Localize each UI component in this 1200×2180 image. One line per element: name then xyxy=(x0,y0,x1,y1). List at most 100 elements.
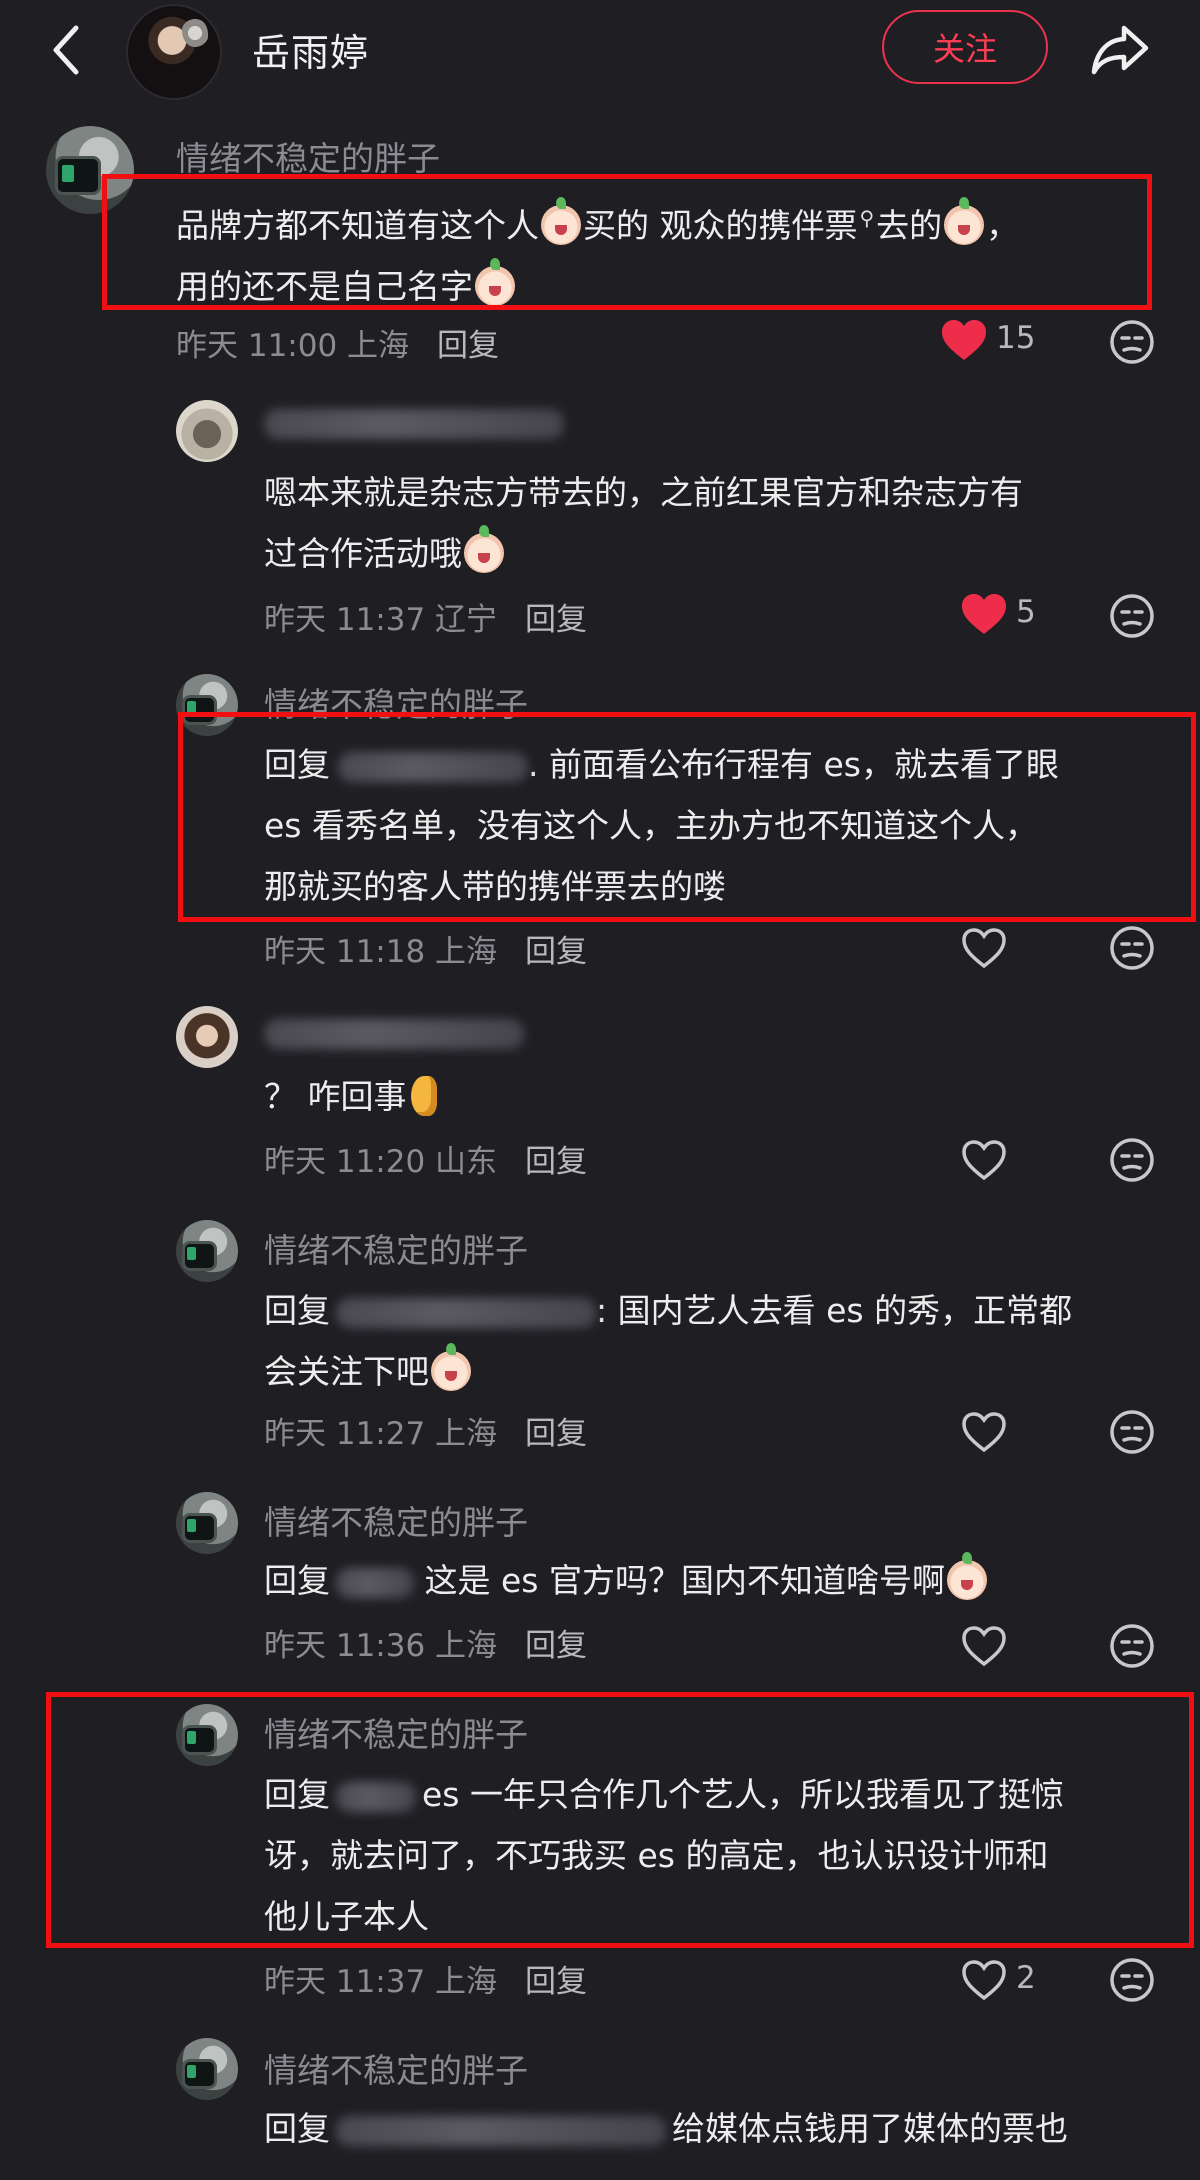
reply-button[interactable]: 回复 xyxy=(525,602,587,638)
comment-text-segment: : 国内艺人去看 es 的秀，正常都 xyxy=(596,1291,1073,1330)
reply-button[interactable]: 回复 xyxy=(525,1964,587,2000)
comment-username[interactable] xyxy=(264,402,564,441)
comment-text[interactable]: 回复 : 国内艺人去看 es 的秀，正常都 会关注下吧 xyxy=(264,1280,1072,1402)
author-name[interactable]: 岳雨婷 xyxy=(252,22,369,77)
comment-username[interactable]: 情绪不稳定的胖子 xyxy=(176,132,440,180)
blurred-username xyxy=(264,408,564,439)
comment-text-segment: 去的 xyxy=(876,206,943,245)
comment-text-line: 嗯本来就是杂志方带去的，之前红果官方和杂志方有 xyxy=(264,473,1023,512)
comment-meta: 昨天 11:37 上海 回复 xyxy=(264,1956,587,2001)
search-icon[interactable]: ⚲ xyxy=(860,206,875,230)
blurred-username xyxy=(264,1018,524,1049)
emoji-reaction-icon[interactable] xyxy=(1108,318,1156,366)
like-count: 2 xyxy=(1016,1960,1036,1996)
comment-text-segment: ？ 咋回事 xyxy=(264,1077,407,1116)
comment-text-line: 他儿子本人 xyxy=(264,1897,429,1936)
reply-button[interactable]: 回复 xyxy=(525,1416,587,1452)
comment-text-segment: 给媒体点钱用了媒体的票也 xyxy=(672,2109,1068,2148)
comment-meta: 昨天 11:27 上海 回复 xyxy=(264,1408,587,1453)
heart-outline-icon xyxy=(962,1412,1006,1453)
comment-username[interactable]: 情绪不稳定的胖子 xyxy=(264,1708,528,1756)
emoji-reaction-icon[interactable] xyxy=(1108,1956,1156,2004)
heart-filled-icon xyxy=(942,320,986,360)
comment-username[interactable] xyxy=(264,1012,524,1051)
emoji-reaction-icon[interactable] xyxy=(1108,924,1156,972)
comment-meta: 昨天 11:37 辽宁 回复 xyxy=(264,594,587,639)
heart-outline-icon xyxy=(962,1960,1006,2001)
comment-username[interactable]: 情绪不稳定的胖子 xyxy=(264,1224,528,1272)
comment-text[interactable]: 回复 . 前面看公布行程有 es，就去看了眼 es 看秀名单，没有这个人，主办方也… xyxy=(264,734,1059,917)
comment-meta: 昨天 11:00 上海 回复 xyxy=(176,320,499,365)
like-button[interactable] xyxy=(960,1134,1070,1186)
heart-outline-icon xyxy=(962,1626,1006,1667)
comment-text-segment: es 一年只合作几个艺人，所以我看见了挺惊 xyxy=(422,1775,1064,1814)
comment-username[interactable]: 情绪不稳定的胖子 xyxy=(264,2044,528,2092)
comment-username[interactable]: 情绪不稳定的胖子 xyxy=(264,678,528,726)
avatar[interactable] xyxy=(176,1492,238,1554)
heart-filled-icon xyxy=(962,594,1006,634)
header-bar: 岳雨婷 关注 xyxy=(0,0,1200,120)
comment-time: 昨天 11:37 上海 xyxy=(264,1964,498,2000)
avatar[interactable] xyxy=(46,126,134,214)
comment-meta: 昨天 11:18 上海 回复 xyxy=(264,926,587,971)
reply-prefix: 回复 xyxy=(264,1561,330,1600)
avatar[interactable] xyxy=(176,1220,238,1282)
reply-button[interactable]: 回复 xyxy=(525,1144,587,1180)
comment-time: 昨天 11:00 上海 xyxy=(176,328,410,364)
heart-outline-icon xyxy=(962,1140,1006,1181)
like-button[interactable] xyxy=(960,1620,1070,1672)
reply-button[interactable]: 回复 xyxy=(525,1628,587,1664)
blurred-mention xyxy=(338,751,528,782)
comment-time: 昨天 11:37 辽宁 xyxy=(264,602,498,638)
avatar[interactable] xyxy=(176,1704,238,1766)
emoji-reaction-icon[interactable] xyxy=(1108,1136,1156,1184)
comment-text[interactable]: 品牌方都不知道有这个人 买的 观众的携伴票 ⚲去的 ， 用的还不是自己名字 xyxy=(176,188,1019,317)
comment-meta: 昨天 11:20 山东 回复 xyxy=(264,1136,587,1181)
emoji-reaction-icon[interactable] xyxy=(1108,1622,1156,1670)
comment-text-segment: 过合作活动哦 xyxy=(264,534,462,573)
like-count: 5 xyxy=(1016,594,1036,630)
like-button[interactable]: 5 xyxy=(960,588,1070,640)
shocked-peach-emoji-icon xyxy=(475,258,515,306)
reply-prefix: 回复 xyxy=(264,1291,330,1330)
avatar[interactable] xyxy=(176,400,238,462)
comment-time: 昨天 11:18 上海 xyxy=(264,934,498,970)
avatar[interactable] xyxy=(176,1006,238,1068)
reply-button[interactable]: 回复 xyxy=(437,328,499,364)
comment-text-segment: 买的 观众的携伴票 xyxy=(583,206,858,245)
crying-peach-emoji-icon xyxy=(944,197,985,245)
comment-text[interactable]: 回复 es 一年只合作几个艺人，所以我看见了挺惊 讶，就去问了，不巧我买 es 的… xyxy=(264,1764,1064,1947)
emoji-reaction-icon[interactable] xyxy=(1108,1408,1156,1456)
reply-button[interactable]: 回复 xyxy=(525,934,587,970)
emoji-reaction-icon[interactable] xyxy=(1108,592,1156,640)
chevron-left-icon[interactable] xyxy=(40,18,96,82)
heart-outline-icon xyxy=(962,928,1006,969)
comment-text-segment: 品牌方都不知道有这个人 xyxy=(176,206,539,245)
ear-emoji-icon xyxy=(410,1076,437,1116)
comment-text[interactable]: 回复 给媒体点钱用了媒体的票也 xyxy=(264,2098,1068,2159)
author-avatar[interactable] xyxy=(126,4,222,100)
like-button[interactable]: 15 xyxy=(940,314,1050,366)
comment-text-segment: 会关注下吧 xyxy=(264,1352,429,1391)
comment-text-segment: 用的还不是自己名字 xyxy=(176,267,473,306)
avatar[interactable] xyxy=(176,2038,238,2100)
like-button[interactable]: 2 xyxy=(960,1954,1070,2006)
comment-text-line: es 看秀名单，没有这个人，主办方也不知道这个人， xyxy=(264,806,1038,845)
like-button[interactable] xyxy=(960,922,1070,974)
comment-text[interactable]: 嗯本来就是杂志方带去的，之前红果官方和杂志方有 过合作活动哦 xyxy=(264,462,1023,584)
comment-text[interactable]: 回复 这是 es 官方吗？国内不知道啥号啊 xyxy=(264,1550,989,1611)
comment-username[interactable]: 情绪不稳定的胖子 xyxy=(264,1496,528,1544)
blurred-mention xyxy=(336,1567,414,1598)
comment-text[interactable]: ？ 咋回事 xyxy=(264,1066,437,1127)
follow-button[interactable]: 关注 xyxy=(882,10,1048,84)
blurred-mention xyxy=(336,2115,666,2146)
comment-text-segment: 这是 es 官方吗？国内不知道啥号啊 xyxy=(414,1561,945,1600)
avatar[interactable] xyxy=(176,674,238,736)
comment-text-segment: . 前面看公布行程有 es，就去看了眼 xyxy=(528,745,1059,784)
reply-prefix: 回复 xyxy=(264,2109,330,2148)
comment-page: 岳雨婷 关注 情绪不稳定的胖子 品牌方都不知道有这个人 买的 观众的携伴票 ⚲去的 ，… xyxy=(0,0,1200,2180)
comment-text-line: 讶，就去问了，不巧我买 es 的高定，也认识设计师和 xyxy=(264,1836,1049,1875)
comment-text-line: 那就买的客人带的携伴票去的喽 xyxy=(264,867,726,906)
share-arrow-icon[interactable] xyxy=(1088,16,1152,80)
like-button[interactable] xyxy=(960,1406,1070,1458)
